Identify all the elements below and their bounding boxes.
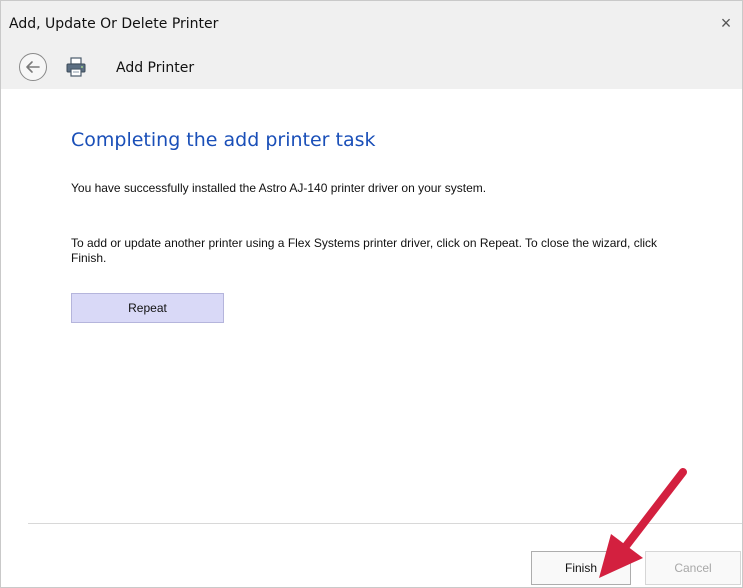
printer-icon	[66, 57, 86, 77]
back-button[interactable]	[19, 53, 47, 81]
title-bar: Add, Update Or Delete Printer ×	[1, 1, 742, 47]
close-icon: ×	[720, 12, 732, 33]
repeat-button[interactable]: Repeat	[71, 293, 224, 323]
window-title: Add, Update Or Delete Printer	[9, 16, 219, 32]
wizard-page-title: Add Printer	[116, 60, 195, 76]
success-message: You have successfully installed the Astr…	[71, 181, 487, 195]
wizard-nav-bar: Add Printer	[1, 47, 742, 89]
dialog-window: Add, Update Or Delete Printer × Add Prin…	[0, 0, 743, 588]
page-heading: Completing the add printer task	[71, 129, 376, 151]
annotation-arrow-icon	[599, 468, 687, 578]
instructions-text: To add or update another printer using a…	[71, 236, 658, 265]
close-button[interactable]: ×	[714, 11, 738, 35]
back-arrow-icon	[26, 61, 40, 73]
